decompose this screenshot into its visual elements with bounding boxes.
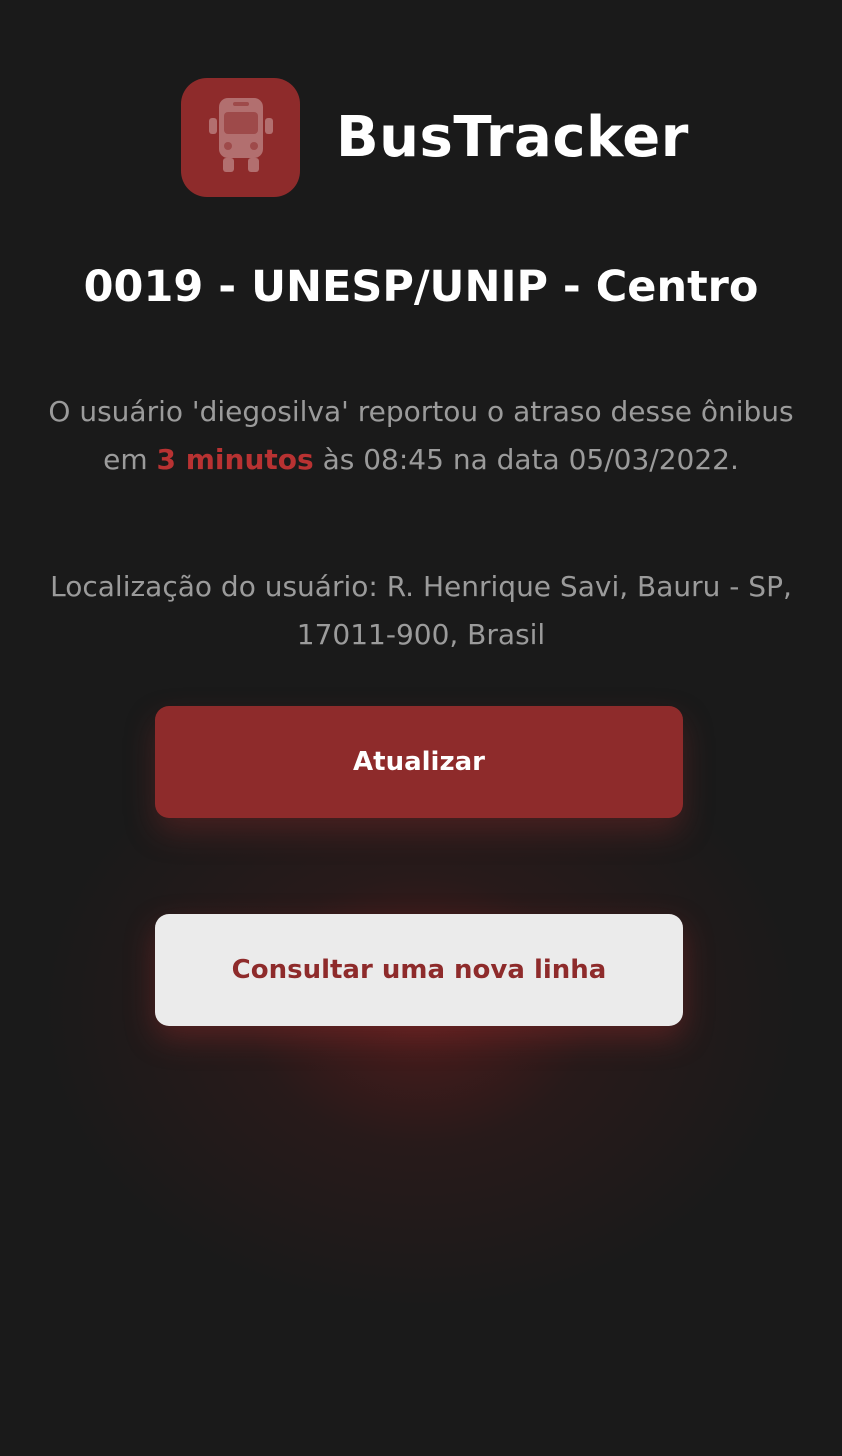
- delay-amount: 3 minutos: [156, 443, 314, 476]
- refresh-button[interactable]: Atualizar: [155, 706, 683, 818]
- page-title: 0019 - UNESP/UNIP - Centro: [83, 262, 759, 312]
- new-line-button[interactable]: Consultar uma nova linha: [155, 914, 683, 1026]
- user-location-text: Localização do usuário: R. Henrique Savi…: [50, 570, 792, 651]
- report-suffix: às 08:45 na data 05/03/2022.: [313, 443, 739, 476]
- bus-icon: [181, 78, 300, 197]
- app-name: BusTracker: [336, 105, 689, 170]
- app-header: BusTracker: [181, 78, 689, 197]
- delay-report-text: O usuário 'diegosilva' reportou o atraso…: [40, 388, 802, 484]
